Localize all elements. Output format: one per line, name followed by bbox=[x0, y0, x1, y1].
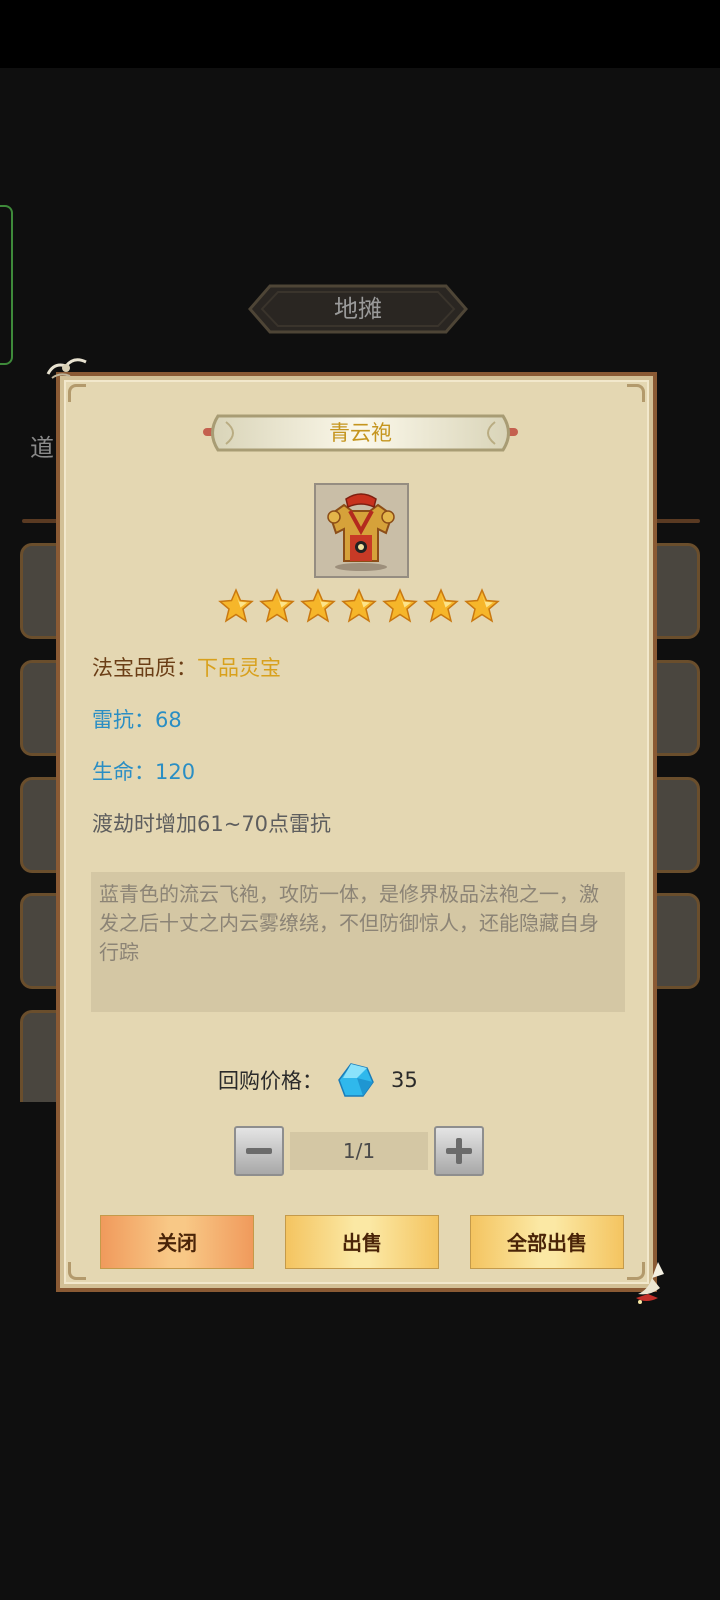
close-button[interactable]: 关闭 bbox=[100, 1215, 254, 1269]
star-rating bbox=[218, 588, 508, 628]
corner-ornament bbox=[68, 384, 86, 402]
status-bar bbox=[0, 0, 720, 68]
star-icon bbox=[464, 588, 500, 623]
star-icon bbox=[259, 588, 295, 623]
sell-all-button[interactable]: 全部出售 bbox=[470, 1215, 624, 1269]
star-icon bbox=[300, 588, 336, 623]
star-icon bbox=[218, 588, 254, 623]
star-icon bbox=[341, 588, 377, 623]
quality-label: 法宝品质： bbox=[92, 656, 197, 680]
quality-row: 法宝品质：下品灵宝 bbox=[92, 652, 281, 682]
blue-gem-icon bbox=[338, 1063, 374, 1097]
quality-value: 下品灵宝 bbox=[197, 656, 281, 680]
quantity-display: 1/1 bbox=[290, 1132, 428, 1170]
minus-icon bbox=[246, 1148, 272, 1154]
price-amount: 35 bbox=[391, 1068, 418, 1092]
sell-button[interactable]: 出售 bbox=[285, 1215, 439, 1269]
buyback-price: 回购价格： 35 bbox=[218, 1060, 418, 1100]
item-description: 蓝青色的流云飞袍，攻防一体，是修界极品法袍之一，激发之后十丈之内云雾缭绕，不但防… bbox=[91, 872, 625, 1012]
side-tab[interactable] bbox=[0, 205, 13, 365]
item-detail-dialog: 青云袍 法宝品质：下品灵宝 雷抗：68 生命：120 渡劫时增加61~70点雷抗… bbox=[56, 372, 657, 1292]
background-tab-label[interactable]: 道 bbox=[30, 428, 54, 463]
star-icon bbox=[423, 588, 459, 623]
cloud-ornament-icon bbox=[46, 358, 87, 379]
price-label: 回购价格： bbox=[218, 1069, 323, 1093]
item-name: 青云袍 bbox=[329, 421, 392, 445]
life-stat: 生命：120 bbox=[92, 760, 196, 784]
corner-ornament bbox=[68, 1262, 86, 1280]
page-title-plate: 地摊 bbox=[248, 284, 468, 334]
star-icon bbox=[382, 588, 418, 623]
crane-ornament-icon bbox=[636, 1262, 664, 1304]
item-name-plate: 青云袍 bbox=[200, 412, 521, 454]
decrease-quantity-button[interactable] bbox=[234, 1126, 284, 1176]
thunder-resist-stat: 雷抗：68 bbox=[92, 708, 182, 732]
item-icon-frame bbox=[314, 483, 409, 578]
corner-ornament bbox=[627, 384, 645, 402]
increase-quantity-button[interactable] bbox=[434, 1126, 484, 1176]
plus-icon bbox=[456, 1138, 462, 1164]
page-title: 地摊 bbox=[334, 295, 382, 323]
item-effect: 渡劫时增加61~70点雷抗 bbox=[92, 812, 332, 836]
golden-robe-icon bbox=[327, 493, 395, 571]
